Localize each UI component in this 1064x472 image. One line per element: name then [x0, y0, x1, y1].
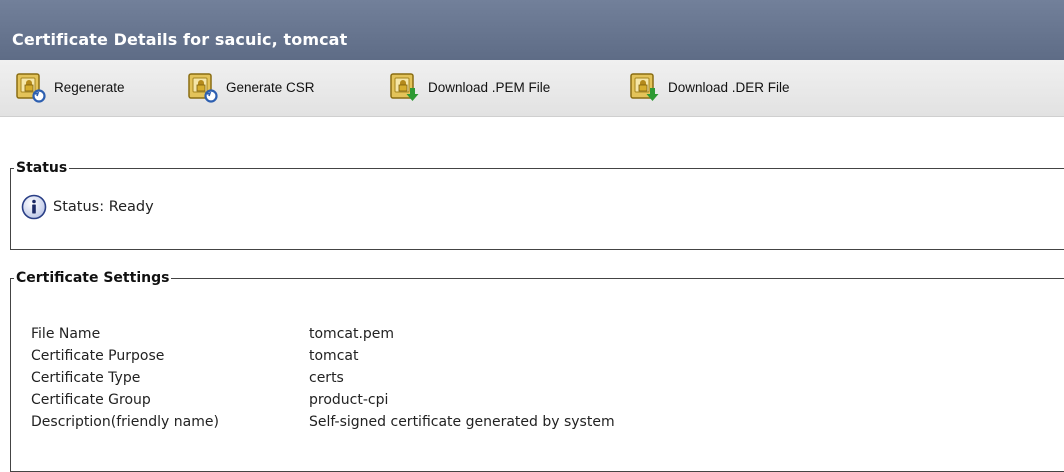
settings-key: File Name	[31, 326, 101, 342]
settings-key: Certificate Purpose	[31, 348, 165, 364]
certificate-settings-legend: Certificate Settings	[16, 270, 170, 286]
download-pem-button[interactable]: Download .PEM File	[388, 72, 550, 102]
status-legend: Status	[16, 160, 68, 176]
settings-value: tomcat.pem	[309, 326, 395, 342]
settings-value: tomcat	[309, 348, 359, 364]
certificate-download-icon	[390, 73, 419, 101]
settings-value: product-cpi	[309, 392, 389, 408]
certificate-download-icon	[630, 73, 659, 101]
regenerate-label: Regenerate	[54, 79, 125, 95]
status-row: Status: Ready	[21, 194, 154, 220]
settings-value: certs	[309, 370, 344, 386]
settings-key: Certificate Group	[31, 392, 151, 408]
status-section: Status Status: Ready	[10, 160, 1064, 250]
info-icon	[21, 194, 47, 220]
regenerate-button[interactable]: Regenerate	[14, 72, 125, 103]
status-text: Status: Ready	[53, 199, 154, 215]
certificate-settings-section: Certificate Settings File Name tomcat.pe…	[10, 270, 1064, 472]
download-der-label: Download .DER File	[668, 79, 790, 95]
title-bar: Certificate Details for sacuic, tomcat	[0, 0, 1064, 60]
toolbar: Regenerate Generate CSR Download .PEM Fi…	[0, 60, 1064, 117]
download-pem-label: Download .PEM File	[428, 79, 551, 95]
settings-value: Self-signed certificate generated by sys…	[309, 414, 615, 430]
generate-csr-label: Generate CSR	[226, 79, 315, 95]
page-title: Certificate Details for sacuic, tomcat	[12, 30, 348, 49]
generate-csr-button[interactable]: Generate CSR	[186, 72, 315, 103]
certificate-generate-csr-icon	[188, 73, 218, 103]
download-der-button[interactable]: Download .DER File	[628, 72, 790, 102]
settings-key: Description(friendly name)	[31, 414, 219, 430]
settings-key: Certificate Type	[31, 370, 141, 386]
certificate-regenerate-icon	[16, 73, 46, 103]
